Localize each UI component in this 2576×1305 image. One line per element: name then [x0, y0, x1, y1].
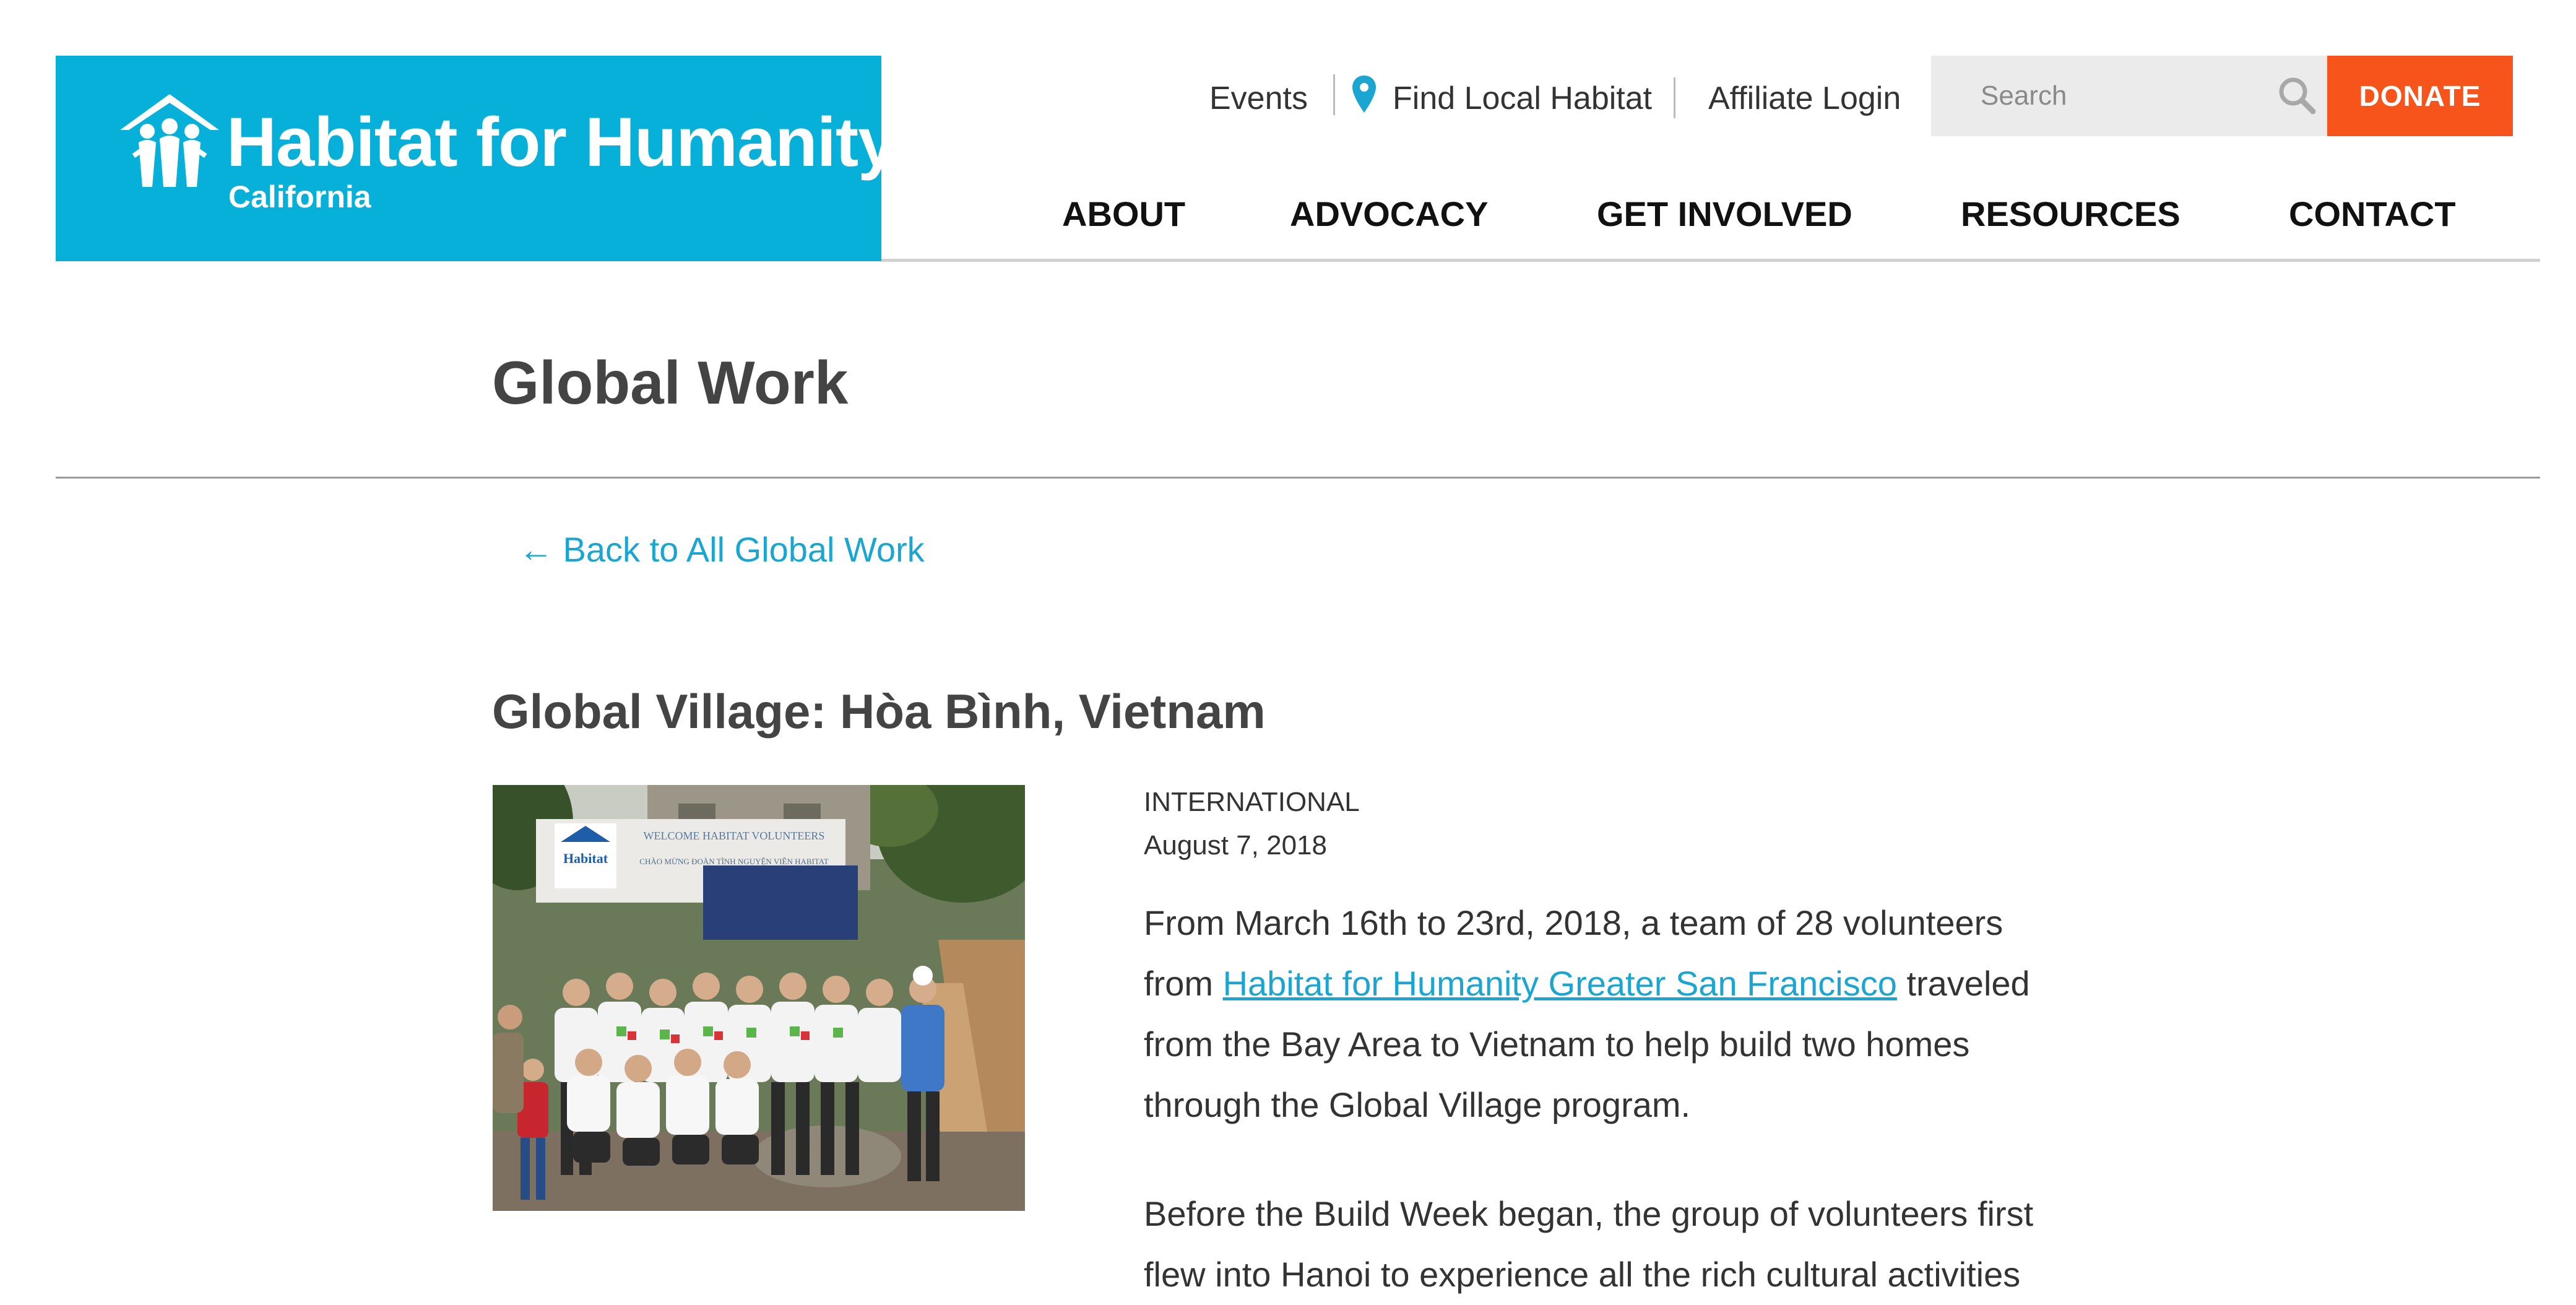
nav-get-involved[interactable]: GET INVOLVED [1597, 191, 1852, 238]
search-icon[interactable] [2275, 73, 2319, 118]
utility-divider [1333, 74, 1335, 115]
habitat-greater-sf-link[interactable]: Habitat for Humanity Greater San Francis… [1223, 964, 1897, 1003]
events-link[interactable]: Events [1209, 76, 1308, 121]
donate-button[interactable]: DONATE [2327, 56, 2513, 136]
search-input[interactable] [1981, 74, 2259, 118]
svg-text:Habitat: Habitat [563, 851, 608, 866]
nav-resources[interactable]: RESOURCES [1961, 191, 2181, 238]
location-pin-icon [1352, 76, 1376, 113]
search-box [1931, 56, 2327, 136]
nav-contact[interactable]: CONTACT [2289, 191, 2456, 238]
nav-about[interactable]: ABOUT [1062, 191, 1185, 238]
svg-text:WELCOME HABITAT VOLUNTEERS: WELCOME HABITAT VOLUNTEERS [644, 830, 825, 842]
affiliate-login-link[interactable]: Affiliate Login [1708, 76, 1901, 121]
nav-advocacy[interactable]: ADVOCACY [1290, 191, 1488, 238]
find-local-habitat-link[interactable]: Find Local Habitat [1393, 76, 1652, 121]
article-paragraph: Before the Build Week began, the group o… [1144, 1194, 2034, 1294]
utility-divider [1674, 77, 1675, 118]
article-paragraph: From March 16th to 23rd, 2018, a team of… [1144, 903, 2030, 1124]
article-title: Global Village: Hòa Bình, Vietnam [492, 684, 1266, 739]
article-photo: Habitat WELCOME HABITAT VOLUNTEERS CHÀO … [493, 785, 1025, 1211]
site-logo[interactable]: Habitat for Humanity ® California [56, 56, 912, 261]
logo-subtitle: California [228, 180, 371, 214]
title-divider [56, 477, 2540, 479]
article-date: August 7, 2018 [1144, 830, 1328, 861]
back-to-global-work-link[interactable]: ← Back to All Global Work [519, 525, 925, 574]
logo-title: Habitat for Humanity ® [227, 103, 912, 181]
article-category: INTERNATIONAL [1144, 787, 1360, 817]
page-title: Global Work [492, 349, 849, 417]
header-divider [881, 259, 2540, 262]
svg-text:CHÀO MỪNG ĐOÀN TÌNH NGUYỆN VIÊ: CHÀO MỪNG ĐOÀN TÌNH NGUYỆN VIÊN HABITAT [639, 857, 828, 866]
habitat-house-icon [120, 94, 219, 187]
